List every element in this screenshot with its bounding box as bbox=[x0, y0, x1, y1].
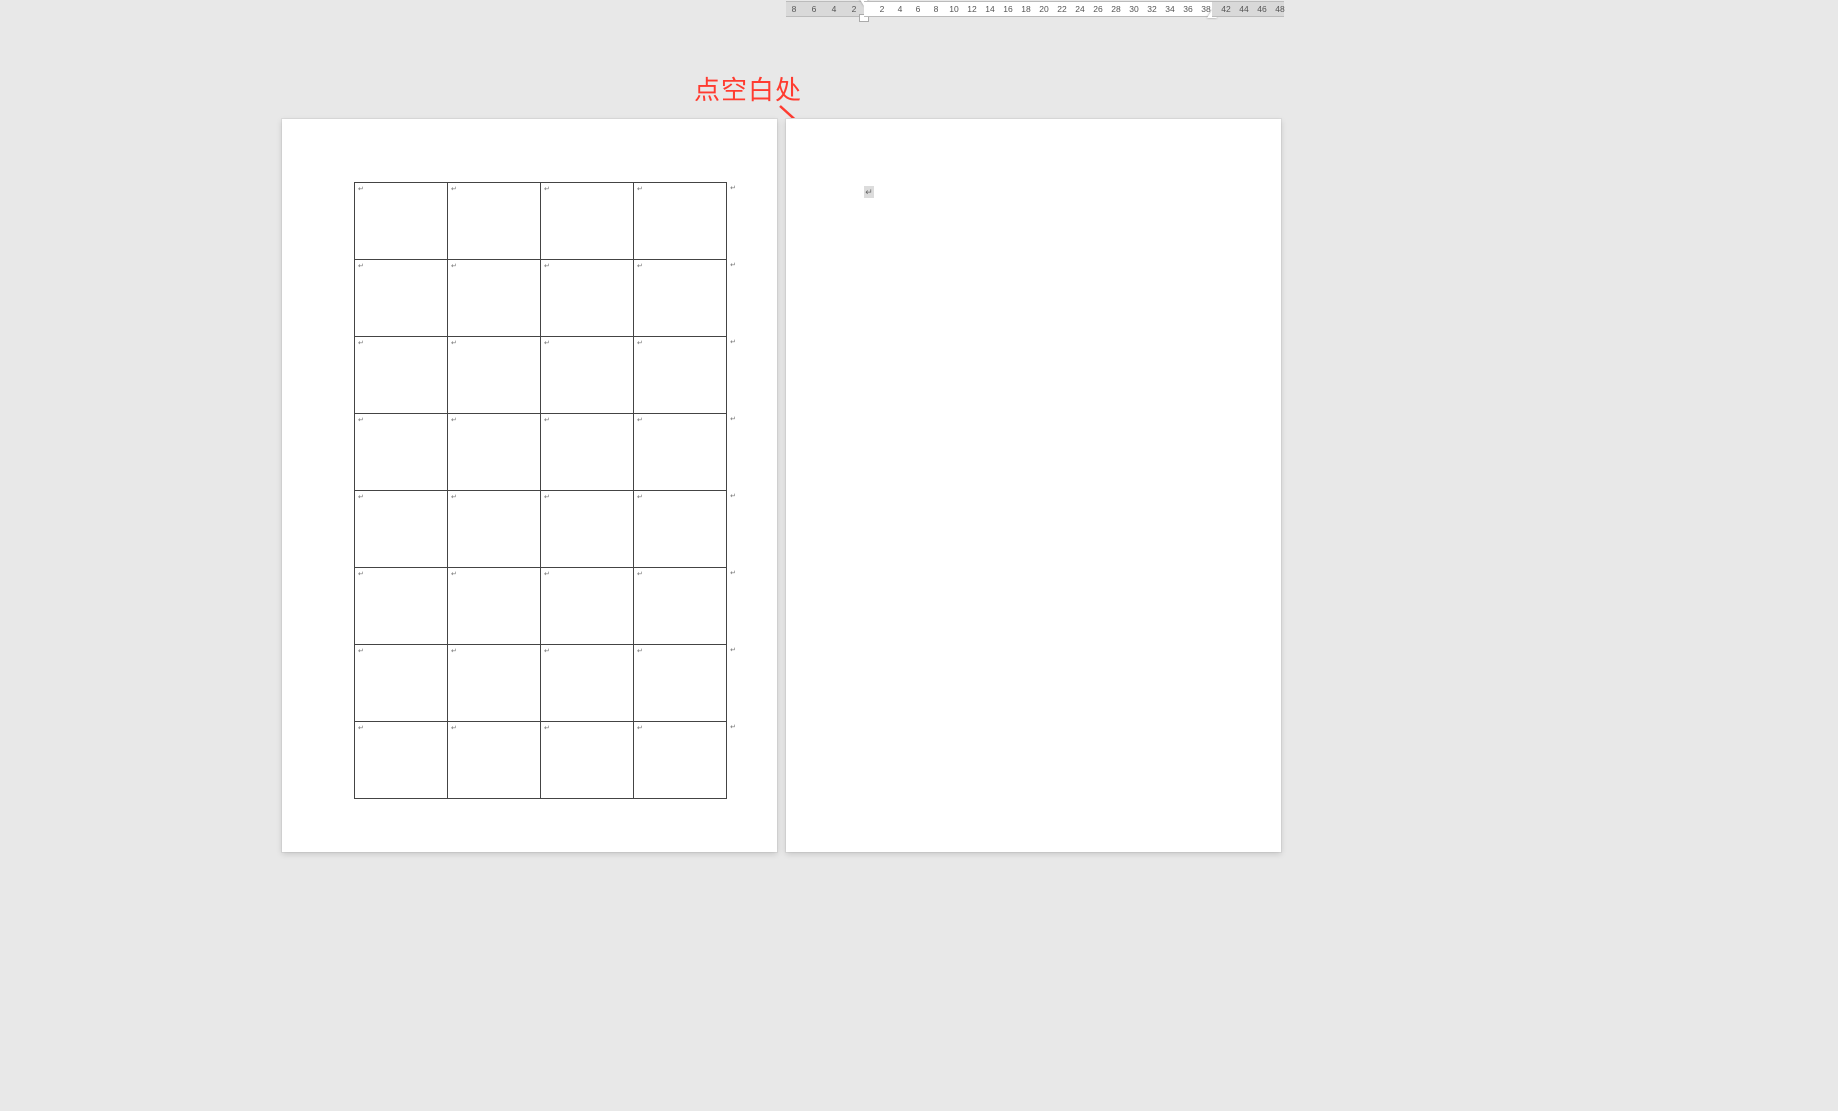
table-row: ↵↵↵↵↵ bbox=[355, 414, 727, 491]
table-cell[interactable]: ↵ bbox=[355, 722, 448, 799]
table-cell[interactable]: ↵ bbox=[448, 183, 541, 260]
table-cell[interactable]: ↵ bbox=[355, 568, 448, 645]
ruler-tick: 18 bbox=[1018, 4, 1034, 14]
horizontal-ruler[interactable]: 8 6 4 2 2 4 6 8 10 12 14 16 18 20 22 24 … bbox=[786, 2, 1284, 16]
ruler-right-margin: 42 44 46 48 bbox=[1212, 1, 1284, 17]
ruler-tick: 26 bbox=[1090, 4, 1106, 14]
table-cell[interactable]: ↵ bbox=[541, 568, 634, 645]
ruler-tick: 22 bbox=[1054, 4, 1070, 14]
table-row: ↵↵↵↵↵ bbox=[355, 722, 727, 799]
paragraph-mark[interactable]: ↵ bbox=[864, 186, 874, 198]
ruler-tick: 44 bbox=[1236, 4, 1252, 14]
ruler-tick: 48 bbox=[1272, 4, 1288, 14]
ruler-tick: 8 bbox=[786, 4, 802, 14]
table-cell[interactable]: ↵↵ bbox=[634, 568, 727, 645]
annotation-label: 点空白处 bbox=[694, 70, 802, 107]
ruler-tick: 10 bbox=[946, 4, 962, 14]
document-table[interactable]: ↵↵↵↵↵↵↵↵↵↵↵↵↵↵↵↵↵↵↵↵↵↵↵↵↵↵↵↵↵↵↵↵↵↵↵↵↵↵↵↵ bbox=[354, 182, 727, 799]
table-cell[interactable]: ↵↵ bbox=[634, 414, 727, 491]
table-row: ↵↵↵↵↵ bbox=[355, 183, 727, 260]
ruler-tick: 46 bbox=[1254, 4, 1270, 14]
ruler-tick: 14 bbox=[982, 4, 998, 14]
table-cell[interactable]: ↵↵ bbox=[634, 722, 727, 799]
table-cell[interactable]: ↵ bbox=[448, 414, 541, 491]
ruler-tick: 20 bbox=[1036, 4, 1052, 14]
table-cell[interactable]: ↵ bbox=[541, 414, 634, 491]
table-cell[interactable]: ↵ bbox=[355, 337, 448, 414]
ruler-tick: 32 bbox=[1144, 4, 1160, 14]
ruler-tick: 6 bbox=[806, 4, 822, 14]
ruler-tick: 42 bbox=[1218, 4, 1234, 14]
end-of-row-mark: ↵ bbox=[730, 338, 736, 346]
table-cell[interactable]: ↵↵ bbox=[634, 260, 727, 337]
table-row: ↵↵↵↵↵ bbox=[355, 337, 727, 414]
table-cell[interactable]: ↵ bbox=[448, 645, 541, 722]
table-cell[interactable]: ↵ bbox=[541, 183, 634, 260]
table-cell[interactable]: ↵ bbox=[448, 491, 541, 568]
end-of-row-mark: ↵ bbox=[730, 723, 736, 731]
end-of-row-mark: ↵ bbox=[730, 261, 736, 269]
table-cell[interactable]: ↵ bbox=[541, 491, 634, 568]
table-row: ↵↵↵↵↵ bbox=[355, 645, 727, 722]
ruler-tick: 16 bbox=[1000, 4, 1016, 14]
ruler-tick: 34 bbox=[1162, 4, 1178, 14]
table-cell[interactable]: ↵↵ bbox=[634, 183, 727, 260]
table-cell[interactable]: ↵↵ bbox=[634, 645, 727, 722]
table-row: ↵↵↵↵↵ bbox=[355, 260, 727, 337]
ruler-tick: 4 bbox=[892, 4, 908, 14]
table-cell[interactable]: ↵ bbox=[448, 568, 541, 645]
table-cell[interactable]: ↵ bbox=[448, 722, 541, 799]
document-page-2[interactable]: ↵ bbox=[786, 119, 1281, 852]
end-of-row-mark: ↵ bbox=[730, 492, 736, 500]
end-of-row-mark: ↵ bbox=[730, 569, 736, 577]
table-cell[interactable]: ↵ bbox=[355, 645, 448, 722]
ruler-tick: 4 bbox=[826, 4, 842, 14]
table-cell[interactable]: ↵↵ bbox=[634, 337, 727, 414]
ruler-tick: 6 bbox=[910, 4, 926, 14]
ruler-tick: 24 bbox=[1072, 4, 1088, 14]
end-of-row-mark: ↵ bbox=[730, 415, 736, 423]
ruler-tick: 36 bbox=[1180, 4, 1196, 14]
ruler-tick: 12 bbox=[964, 4, 980, 14]
table-cell[interactable]: ↵ bbox=[541, 337, 634, 414]
ruler-tick: 8 bbox=[928, 4, 944, 14]
ruler-tick: 2 bbox=[874, 4, 890, 14]
end-of-row-mark: ↵ bbox=[730, 646, 736, 654]
table-cell[interactable]: ↵ bbox=[448, 260, 541, 337]
table-row: ↵↵↵↵↵ bbox=[355, 568, 727, 645]
table-cell[interactable]: ↵ bbox=[355, 491, 448, 568]
table-cell[interactable]: ↵ bbox=[448, 337, 541, 414]
document-page-1[interactable]: ↵↵↵↵↵↵↵↵↵↵↵↵↵↵↵↵↵↵↵↵↵↵↵↵↵↵↵↵↵↵↵↵↵↵↵↵↵↵↵↵ bbox=[282, 119, 777, 852]
table-cell[interactable]: ↵ bbox=[355, 183, 448, 260]
ruler-left-margin: 8 6 4 2 bbox=[786, 1, 864, 17]
table-cell[interactable]: ↵ bbox=[355, 260, 448, 337]
ruler-tick: 30 bbox=[1126, 4, 1142, 14]
table-cell[interactable]: ↵ bbox=[541, 260, 634, 337]
table-row: ↵↵↵↵↵ bbox=[355, 491, 727, 568]
ruler-tick: 28 bbox=[1108, 4, 1124, 14]
table-cell[interactable]: ↵ bbox=[355, 414, 448, 491]
table-cell[interactable]: ↵ bbox=[541, 722, 634, 799]
table-cell[interactable]: ↵↵ bbox=[634, 491, 727, 568]
end-of-row-mark: ↵ bbox=[730, 184, 736, 192]
ruler-body: 2 4 6 8 10 12 14 16 18 20 22 24 26 28 30… bbox=[864, 1, 1212, 17]
table-cell[interactable]: ↵ bbox=[541, 645, 634, 722]
